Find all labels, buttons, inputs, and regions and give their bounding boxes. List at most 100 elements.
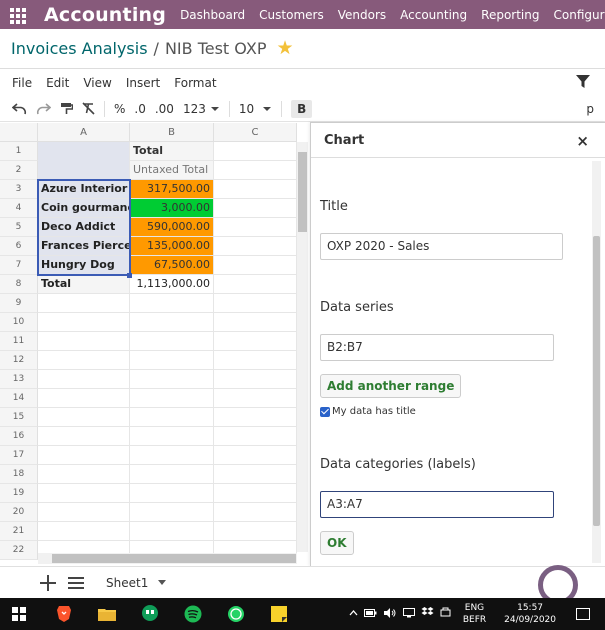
grid-cell[interactable] (214, 370, 297, 389)
bold-button[interactable]: B (291, 99, 313, 118)
cell-b8[interactable]: 1,113,000.00 (130, 275, 214, 294)
row-header[interactable]: 22 (0, 541, 38, 560)
apps-grid-icon[interactable] (10, 7, 26, 24)
grid-cell[interactable] (38, 332, 130, 351)
grid-cell[interactable] (130, 408, 214, 427)
row-header[interactable]: 2 (0, 161, 38, 180)
grid-cell[interactable] (214, 237, 297, 256)
scrollbar-thumb[interactable] (52, 554, 296, 563)
cell-a6[interactable]: Frances Pierce (38, 237, 130, 256)
increase-decimal-button[interactable]: .00 (155, 102, 174, 116)
grid-cell[interactable] (38, 503, 130, 522)
cell-b3[interactable]: 317,500.00 (130, 180, 214, 199)
grid-cell[interactable] (38, 294, 130, 313)
spreadsheet-grid[interactable]: A B C 1 2 3 4 5 6 7 8 9 10 11 12 13 14 15 16 17 18 19 20 21 2… (0, 123, 310, 565)
row-header[interactable]: 8 (0, 275, 38, 294)
grid-cell[interactable] (38, 427, 130, 446)
grid-cell[interactable] (130, 370, 214, 389)
grid-cell[interactable] (130, 427, 214, 446)
selection-fill-handle[interactable] (127, 273, 132, 278)
row-header[interactable]: 7 (0, 256, 38, 275)
grid-cell[interactable] (214, 408, 297, 427)
row-header[interactable]: 16 (0, 427, 38, 446)
cell-a8[interactable]: Total (38, 275, 130, 294)
row-header[interactable]: 18 (0, 465, 38, 484)
menu-vendors[interactable]: Vendors (338, 8, 386, 22)
close-icon[interactable]: × (576, 132, 589, 150)
clear-format-icon[interactable] (82, 102, 95, 115)
grid-cell[interactable] (38, 446, 130, 465)
ok-button[interactable]: OK (320, 531, 354, 555)
cell-a5[interactable]: Deco Addict (38, 218, 130, 237)
scrollbar-thumb[interactable] (298, 152, 307, 232)
grid-cell[interactable] (214, 484, 297, 503)
grid-cell[interactable] (130, 503, 214, 522)
grid-cell[interactable] (214, 180, 297, 199)
spotify-icon[interactable] (183, 604, 203, 624)
column-header-b[interactable]: B (130, 123, 214, 142)
row-header[interactable]: 11 (0, 332, 38, 351)
grid-cell[interactable] (38, 484, 130, 503)
menu-edit[interactable]: Edit (46, 76, 69, 90)
grid-cell[interactable] (214, 465, 297, 484)
add-sheet-icon[interactable] (40, 574, 56, 591)
windows-start-icon[interactable] (12, 607, 26, 621)
file-explorer-icon[interactable] (97, 604, 117, 624)
row-header[interactable]: 10 (0, 313, 38, 332)
brave-browser-icon[interactable] (54, 604, 74, 624)
grid-cell[interactable] (214, 256, 297, 275)
notification-center-icon[interactable] (576, 608, 590, 620)
menu-dashboard[interactable]: Dashboard (180, 8, 245, 22)
network-icon[interactable] (402, 607, 415, 621)
grid-cell[interactable] (130, 313, 214, 332)
sheet-list-icon[interactable] (68, 576, 84, 589)
taskbar-clock[interactable]: 15:57 24/09/2020 (504, 602, 556, 626)
language-indicator[interactable]: ENG BEFR (463, 602, 486, 626)
column-header-c[interactable]: C (214, 123, 297, 142)
grid-cell[interactable] (130, 446, 214, 465)
grid-cell[interactable] (130, 294, 214, 313)
grid-cell[interactable] (130, 332, 214, 351)
sticky-notes-icon[interactable] (269, 604, 289, 624)
percent-format-button[interactable]: % (114, 102, 125, 116)
grid-cell[interactable] (214, 142, 297, 161)
cell-a4[interactable]: Coin gourmand (38, 199, 130, 218)
row-header[interactable]: 14 (0, 389, 38, 408)
cell-b2[interactable]: Untaxed Total (130, 161, 214, 180)
grid-cell[interactable] (214, 427, 297, 446)
add-another-range-button[interactable]: Add another range (320, 374, 462, 398)
cell-b1[interactable]: Total (130, 142, 214, 161)
menu-accounting[interactable]: Accounting (400, 8, 467, 22)
menu-format[interactable]: Format (174, 76, 216, 90)
dropbox-icon[interactable] (421, 607, 434, 621)
row-header[interactable]: 21 (0, 522, 38, 541)
row-header[interactable]: 20 (0, 503, 38, 522)
grid-cell[interactable] (38, 522, 130, 541)
grid-cell[interactable] (130, 465, 214, 484)
menu-reporting[interactable]: Reporting (481, 8, 539, 22)
panel-scrollbar[interactable] (592, 161, 601, 563)
grid-cell[interactable] (214, 313, 297, 332)
grid-cell[interactable] (214, 351, 297, 370)
grid-cell[interactable] (130, 484, 214, 503)
grid-cell[interactable] (38, 351, 130, 370)
grid-cell[interactable] (214, 275, 297, 294)
speaker-icon[interactable] (383, 607, 397, 621)
grid-cell[interactable] (38, 465, 130, 484)
grid-cell[interactable] (130, 522, 214, 541)
data-series-input[interactable]: B2:B7 (320, 334, 554, 361)
grid-cell[interactable] (130, 389, 214, 408)
undo-icon[interactable] (12, 102, 27, 115)
cell-b5[interactable]: 590,000.00 (130, 218, 214, 237)
chevron-up-icon[interactable] (349, 609, 358, 619)
cell-a3[interactable]: Azure Interior (38, 180, 130, 199)
menu-view[interactable]: View (83, 76, 111, 90)
row-header[interactable]: 15 (0, 408, 38, 427)
row-header[interactable]: 9 (0, 294, 38, 313)
paint-format-icon[interactable] (60, 102, 73, 115)
breadcrumb-parent[interactable]: Invoices Analysis (11, 39, 148, 58)
menu-configuration[interactable]: Configuration (554, 8, 605, 22)
favorite-star-icon[interactable]: ★ (276, 39, 293, 58)
cell-b7[interactable]: 67,500.00 (130, 256, 214, 275)
grid-cell[interactable] (38, 313, 130, 332)
